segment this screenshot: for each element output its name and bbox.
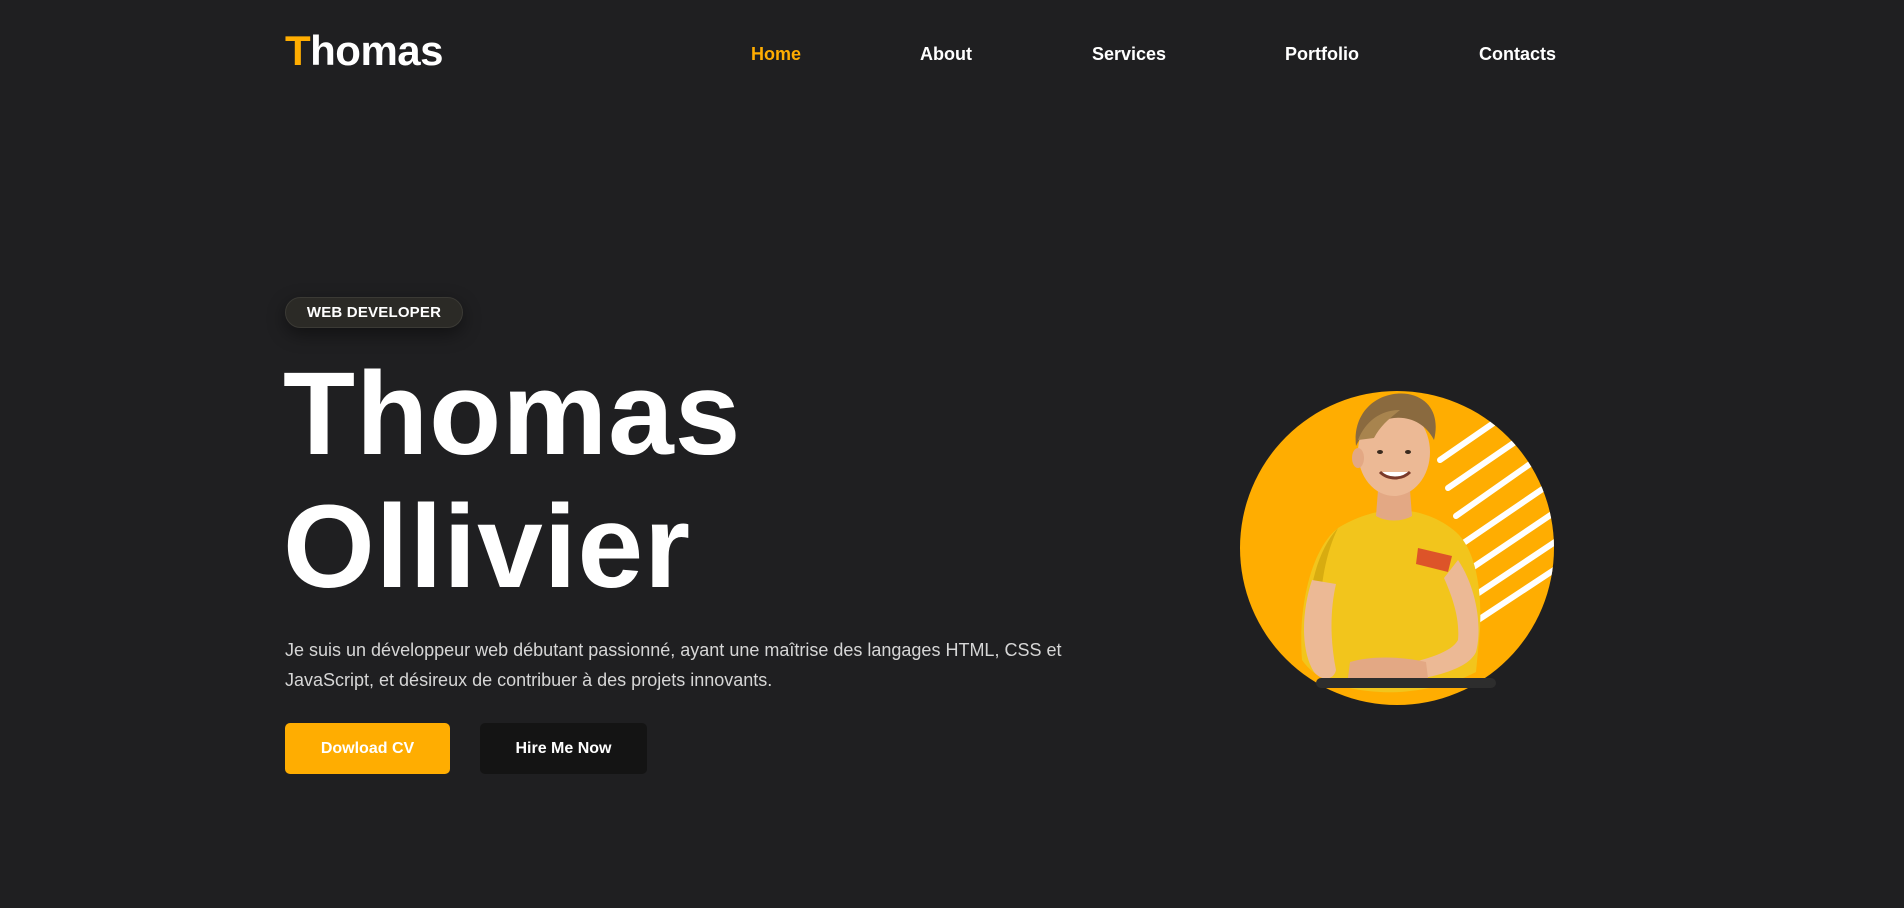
nav-link-contacts[interactable]: Contacts <box>1479 44 1556 65</box>
profile-photo <box>1230 360 1570 720</box>
hero-bio: Je suis un développeur web débutant pass… <box>285 640 1062 690</box>
nav-link-portfolio[interactable]: Portfolio <box>1285 44 1359 65</box>
download-cv-button[interactable]: Dowload CV <box>285 723 450 774</box>
hero-first-name: Thomas <box>283 348 742 480</box>
nav-link-about[interactable]: About <box>920 44 972 65</box>
hire-me-button[interactable]: Hire Me Now <box>480 723 647 774</box>
hero-last-name: Ollivier <box>283 481 692 613</box>
site-header: Thomas Home About Services Portfolio Con… <box>0 0 1904 112</box>
nav-link-home[interactable]: Home <box>751 44 801 65</box>
portrait-illustration <box>1240 391 1554 705</box>
role-badge: WEB DEVELOPER <box>285 297 463 328</box>
nav-link-services[interactable]: Services <box>1092 44 1166 65</box>
main-nav: Home About Services Portfolio Contacts <box>0 44 1904 68</box>
